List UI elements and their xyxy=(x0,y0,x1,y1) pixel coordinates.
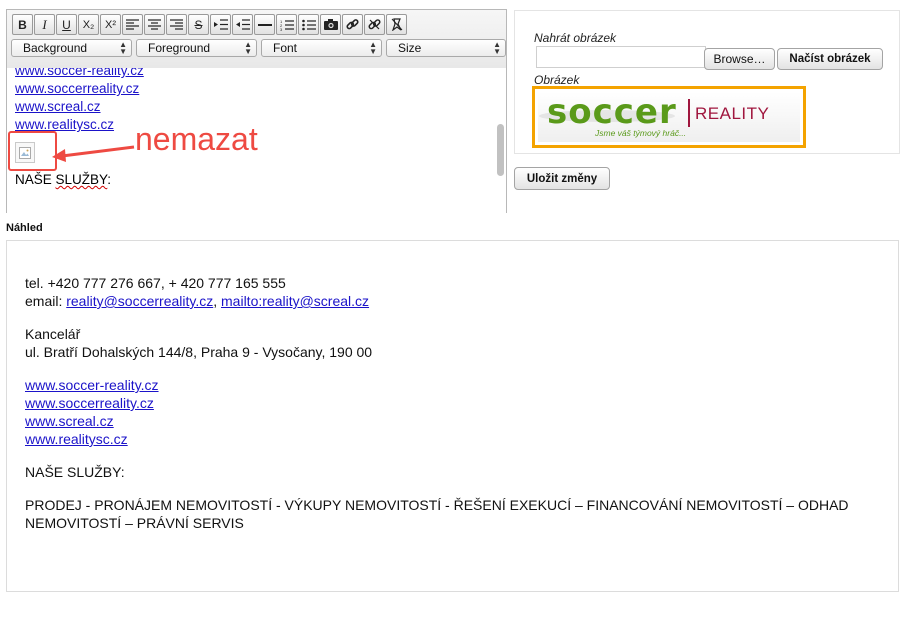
link-icon[interactable] xyxy=(342,14,363,35)
editor-link[interactable]: www.screal.cz xyxy=(15,98,144,116)
email-link[interactable]: mailto:reality@screal.cz xyxy=(221,293,369,309)
editor-link[interactable]: www.soccer-reality.cz xyxy=(15,68,144,80)
font-select[interactable]: Font ▲ ▼ xyxy=(261,39,382,57)
scrollbar-thumb[interactable] xyxy=(497,124,504,176)
editor-toolbar: B I U X₂ X² S 123 Background ▲ ▼ Foregro… xyxy=(7,10,506,69)
svg-text:REALITY: REALITY xyxy=(695,104,769,123)
remove-format-icon[interactable] xyxy=(386,14,407,35)
italic-button[interactable]: I xyxy=(34,14,55,35)
size-select[interactable]: Size ▲ ▼ xyxy=(386,39,506,57)
insert-image-icon[interactable] xyxy=(320,14,341,35)
unlink-icon[interactable] xyxy=(364,14,385,35)
preview-link[interactable]: www.soccerreality.cz xyxy=(25,395,154,411)
preview-email-line: email: reality@soccerreality.cz, mailto:… xyxy=(25,293,370,309)
unordered-list-icon[interactable] xyxy=(298,14,319,35)
horizontal-rule-icon[interactable] xyxy=(254,14,275,35)
strikethrough-icon[interactable]: S xyxy=(188,14,209,35)
svg-text:3: 3 xyxy=(280,27,283,31)
image-label: Obrázek xyxy=(534,73,580,87)
select-arrows-icon: ▲ ▼ xyxy=(244,40,252,56)
indent-icon[interactable] xyxy=(210,14,231,35)
editor-link[interactable]: www.soccerreality.cz xyxy=(15,80,144,98)
image-upload-panel: Nahrát obrázek Browse… Načíst obrázek Ob… xyxy=(514,10,900,154)
outdent-icon[interactable] xyxy=(232,14,253,35)
preview-heading: Náhled xyxy=(6,222,43,234)
superscript-button[interactable]: X² xyxy=(100,14,121,35)
preview-link[interactable]: www.soccer-reality.cz xyxy=(25,377,159,393)
svg-text:soccer: soccer xyxy=(547,92,677,132)
preview-content: tel. +420 777 276 667, + 420 777 165 555… xyxy=(25,274,849,532)
email-link[interactable]: reality@soccerreality.cz xyxy=(66,293,213,309)
file-path-input[interactable] xyxy=(536,46,706,68)
preview-services-title: NAŠE SLUŽBY: xyxy=(25,464,125,480)
preview-services-line: NEMOVITOSTÍ – PRÁVNÍ SERVIS xyxy=(25,515,244,531)
browse-button[interactable]: Browse… xyxy=(704,48,775,70)
background-select[interactable]: Background ▲ ▼ xyxy=(11,39,132,57)
preview-office-address: ul. Bratří Dohalských 144/8, Praha 9 - V… xyxy=(25,344,373,360)
subscript-button[interactable]: X₂ xyxy=(78,14,99,35)
select-arrows-icon: ▲ ▼ xyxy=(493,40,501,56)
preview-office-title: Kancelář xyxy=(25,326,81,342)
align-right-icon[interactable] xyxy=(166,14,187,35)
preview-link[interactable]: www.screal.cz xyxy=(25,413,114,429)
save-changes-button[interactable]: Uložit změny xyxy=(514,167,610,190)
preview-phone: tel. +420 777 276 667, + 420 777 165 555 xyxy=(25,275,286,291)
preview-panel: tel. +420 777 276 667, + 420 777 165 555… xyxy=(6,240,899,592)
editor-scrollbar[interactable] xyxy=(497,72,505,207)
bold-button[interactable]: B xyxy=(12,14,33,35)
logo-preview-frame: soccer REALITY Jsme váš týmový hráč... xyxy=(532,86,806,148)
select-arrows-icon: ▲ ▼ xyxy=(119,40,127,56)
upload-label: Nahrát obrázek xyxy=(534,31,617,45)
soccer-reality-logo: soccer REALITY Jsme váš týmový hráč... xyxy=(539,92,769,138)
preview-services-line: PRODEJ - PRONÁJEM NEMOVITOSTÍ - VÝKUPY N… xyxy=(25,497,849,513)
svg-text:Jsme váš týmový hráč...: Jsme váš týmový hráč... xyxy=(594,128,686,138)
select-arrows-icon: ▲ ▼ xyxy=(369,40,377,56)
annotation-arrow-icon xyxy=(52,145,135,162)
underline-button[interactable]: U xyxy=(56,14,77,35)
ordered-list-icon[interactable]: 123 xyxy=(276,14,297,35)
annotation-label: nemazat xyxy=(135,121,258,157)
align-left-icon[interactable] xyxy=(122,14,143,35)
editor-services-heading: NAŠE SLUŽBY: xyxy=(15,172,112,187)
foreground-select[interactable]: Foreground ▲ ▼ xyxy=(136,39,257,57)
load-image-button[interactable]: Načíst obrázek xyxy=(777,48,883,70)
rich-text-editor: B I U X₂ X² S 123 Background ▲ ▼ Foregro… xyxy=(6,9,507,213)
preview-link[interactable]: www.realitysc.cz xyxy=(25,431,128,447)
align-center-icon[interactable] xyxy=(144,14,165,35)
